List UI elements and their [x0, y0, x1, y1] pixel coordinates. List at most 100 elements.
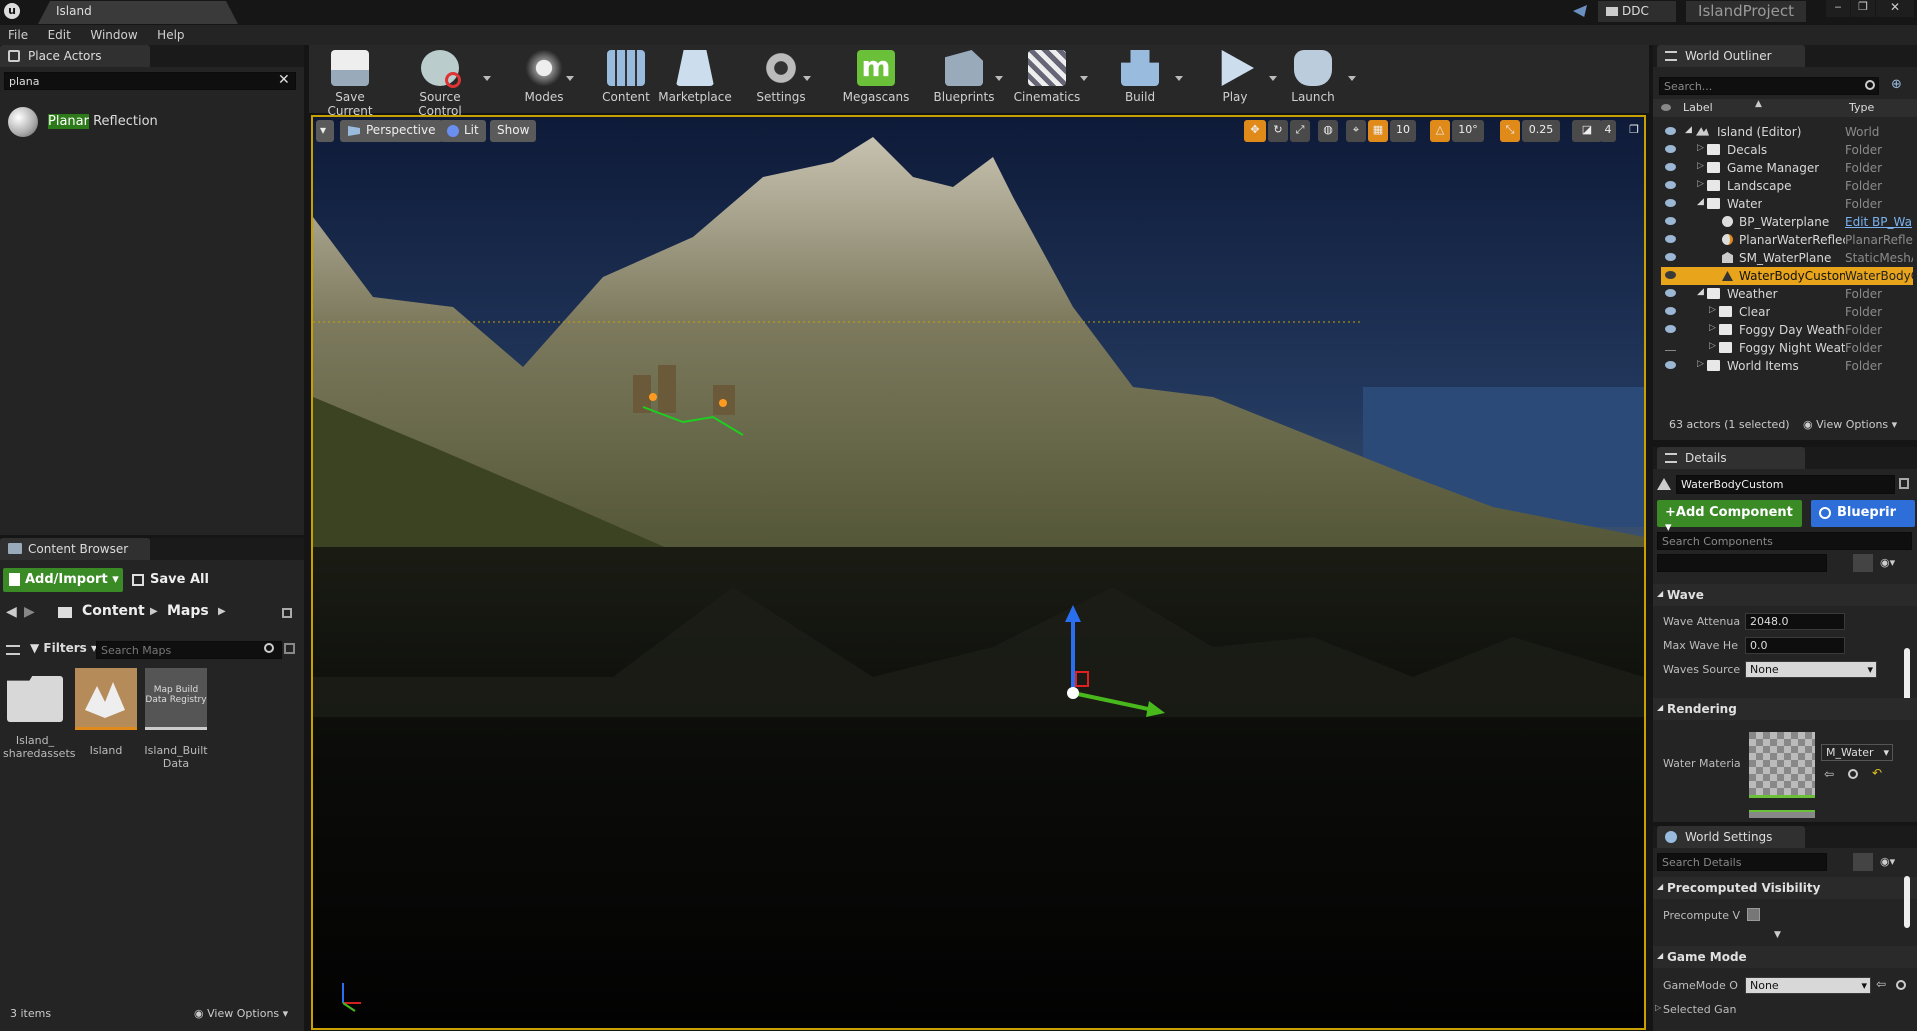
wave-section-header[interactable]: ◢ Wave [1653, 584, 1917, 606]
expand-arrow-icon[interactable]: ▷ [1697, 179, 1704, 189]
reset-to-default-icon[interactable]: ↶ [1872, 766, 1882, 780]
property-matrix-icon[interactable] [1853, 554, 1873, 572]
menu-file[interactable]: File [0, 25, 36, 42]
outliner-row-bp-waterplane[interactable]: BP_Waterplane Edit BP_Wa [1661, 213, 1913, 231]
camera-speed-value[interactable]: 4 [1600, 120, 1616, 142]
expand-arrow-icon[interactable]: ▷ [1709, 323, 1716, 333]
menu-edit[interactable]: Edit [40, 25, 79, 42]
grid-snap-icon[interactable]: ▦ [1368, 120, 1388, 142]
save-search-icon[interactable] [284, 643, 295, 654]
visibility-eye-icon[interactable] [1665, 271, 1676, 279]
property-matrix-icon[interactable] [1853, 853, 1873, 871]
advanced-expand-icon[interactable]: ▼ [1774, 930, 1781, 940]
outliner-row-water[interactable]: ◢ Water Folder [1661, 195, 1913, 213]
add-import-button[interactable]: Add/Import ▾ [3, 568, 123, 592]
scale-snap-icon[interactable]: ⤡ [1500, 120, 1520, 142]
world-settings-search-input[interactable]: Search Details [1657, 853, 1827, 871]
asset-tile-island-builtdata[interactable]: Map Build Data Registry Island_Built Dat… [144, 668, 208, 770]
expand-arrow-icon[interactable]: ▷ [1655, 1003, 1661, 1012]
breadcrumb-content[interactable]: Content [82, 603, 145, 619]
gamemode-override-dropdown[interactable]: None ▾ [1745, 977, 1871, 994]
content-button[interactable]: Content [590, 50, 662, 108]
play-button[interactable]: Play [1199, 50, 1271, 108]
outliner-row-world-items[interactable]: ▷ World Items Folder [1661, 357, 1913, 375]
breadcrumb-maps[interactable]: Maps [167, 603, 209, 619]
rotate-tool-icon[interactable]: ↻ [1268, 120, 1288, 142]
filters-button[interactable]: ▼ Filters ▾ [30, 641, 97, 655]
outliner-row-waterbodycustom-selected[interactable]: WaterBodyCustom WaterBodyC [1661, 267, 1913, 285]
outliner-row-decals[interactable]: ▷ Decals Folder [1661, 141, 1913, 159]
search-maps-input[interactable]: Search Maps [96, 641, 282, 659]
label-column-header[interactable]: Label [1683, 101, 1713, 114]
level-tab[interactable]: Island [38, 1, 238, 24]
collapse-arrow-icon[interactable]: ◢ [1685, 125, 1692, 135]
outliner-row-game-manager[interactable]: ▷ Game Manager Folder [1661, 159, 1913, 177]
source-control-button[interactable]: Source Control [398, 50, 482, 118]
menu-window[interactable]: Window [82, 25, 145, 42]
cinematics-dropdown-icon[interactable] [1080, 76, 1088, 81]
visibility-eye-icon[interactable] [1665, 307, 1676, 315]
modes-dropdown-icon[interactable] [566, 76, 574, 81]
visibility-eye-icon[interactable] [1665, 325, 1676, 333]
search-components-input[interactable]: Search Components [1657, 532, 1912, 550]
scale-tool-icon[interactable]: ⤢ [1290, 120, 1310, 142]
visibility-eye-icon[interactable] [1665, 361, 1676, 369]
tab-world-settings[interactable]: World Settings [1657, 826, 1805, 848]
precomputed-visibility-section-header[interactable]: ◢ Precomputed Visibility [1653, 877, 1917, 899]
view-options-button[interactable]: ◉ View Options ▾ [194, 1007, 288, 1020]
game-mode-section-header[interactable]: ◢ Game Mode [1653, 946, 1917, 968]
blueprint-button[interactable]: Blueprir [1811, 500, 1915, 527]
grid-snap-value[interactable]: 10 [1390, 120, 1416, 142]
outliner-view-options-button[interactable]: ◉ View Options ▾ [1803, 418, 1897, 431]
tab-place-actors[interactable]: Place Actors [0, 45, 150, 67]
maximize-button[interactable]: ❐ [1851, 0, 1875, 17]
megascans-button[interactable]: m Megascans [840, 50, 912, 108]
search-details-input[interactable] [1657, 554, 1827, 572]
type-column-header[interactable]: Type [1849, 101, 1874, 114]
visibility-eye-icon[interactable] [1665, 289, 1676, 297]
camera-speed-icon[interactable]: ◪ [1572, 120, 1602, 142]
play-dropdown-icon[interactable] [1269, 76, 1277, 81]
source-control-dropdown-icon[interactable] [483, 76, 491, 81]
add-component-button[interactable]: +Add Component ▾ [1657, 500, 1802, 535]
save-all-button[interactable]: Save All [130, 568, 230, 592]
clear-search-icon[interactable]: ✕ [278, 72, 292, 88]
build-button[interactable]: Build [1104, 50, 1176, 108]
use-selected-arrow-icon[interactable]: ⇦ [1824, 767, 1834, 781]
surface-snap-icon[interactable]: ⌖ [1346, 120, 1366, 142]
expand-arrow-icon[interactable]: ▷ [1697, 359, 1704, 369]
outliner-row-clear[interactable]: ▷ Clear Folder [1661, 303, 1913, 321]
visibility-eye-icon[interactable] [1665, 253, 1676, 261]
outliner-row-landscape[interactable]: ▷ Landscape Folder [1661, 177, 1913, 195]
world-space-icon[interactable]: ◍ [1318, 120, 1338, 142]
precompute-visibility-checkbox[interactable] [1747, 908, 1760, 921]
cinematics-button[interactable]: Cinematics [1011, 50, 1083, 108]
visibility-eye-icon[interactable] [1665, 235, 1676, 243]
add-filter-icon[interactable]: ⊕ [1891, 77, 1902, 92]
visibility-eye-icon[interactable] [1665, 199, 1676, 207]
launch-dropdown-icon[interactable] [1348, 76, 1356, 81]
ddc-button[interactable]: DDC [1598, 1, 1676, 22]
visibility-eye-icon[interactable] [1665, 181, 1676, 189]
visibility-eye-icon[interactable] [1665, 145, 1676, 153]
rotation-snap-value[interactable]: 10° [1452, 120, 1484, 142]
translate-tool-icon[interactable]: ✥ [1244, 120, 1266, 142]
level-viewport[interactable] [311, 115, 1646, 1030]
launch-button[interactable]: Launch [1277, 50, 1349, 108]
menu-help[interactable]: Help [149, 25, 192, 42]
collapse-arrow-icon[interactable]: ◢ [1697, 197, 1704, 207]
collapse-arrow-icon[interactable]: ◢ [1697, 287, 1704, 297]
outliner-row-sm-waterplane[interactable]: SM_WaterPlane StaticMeshA [1661, 249, 1913, 267]
visibility-eye-icon[interactable] [1665, 127, 1676, 135]
outliner-row-foggy-day-weather[interactable]: ▷ Foggy Day Weathe Folder [1661, 321, 1913, 339]
notification-icon[interactable] [1573, 5, 1587, 17]
material-thumbnail[interactable] [1749, 732, 1815, 798]
lock-icon[interactable] [1899, 478, 1909, 489]
browse-search-icon[interactable] [1848, 769, 1858, 779]
blueprints-dropdown-icon[interactable] [995, 76, 1003, 81]
eye-filter-icon[interactable]: ◉▾ [1880, 855, 1895, 868]
close-button[interactable]: ✕ [1876, 0, 1914, 17]
wave-attenuation-field[interactable]: 2048.0 [1745, 613, 1845, 630]
viewport-options-button[interactable]: ▾ [316, 120, 334, 142]
use-selected-arrow-icon[interactable]: ⇦ [1876, 977, 1886, 991]
